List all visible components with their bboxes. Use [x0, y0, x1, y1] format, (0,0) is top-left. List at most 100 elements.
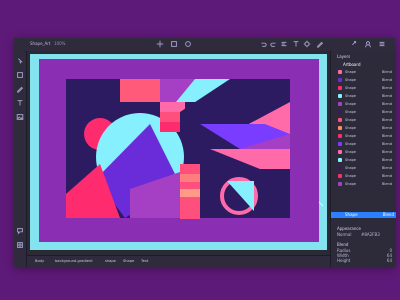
layer-name: Shape	[345, 126, 356, 130]
layer-row[interactable]: Shape Blend	[337, 133, 393, 139]
appearance-mode[interactable]: Normal	[337, 233, 351, 237]
layer-row[interactable]: Shape Blend	[337, 157, 393, 163]
text-icon[interactable]	[16, 99, 24, 107]
layer-color-swatch	[338, 166, 342, 170]
comment-icon[interactable]	[16, 227, 24, 235]
layer-name: Shape	[345, 86, 356, 90]
layer-name: Shape	[345, 110, 356, 114]
layer-value: Blend	[382, 78, 392, 82]
layer-name: Shape	[345, 182, 356, 186]
layer-row[interactable]: Shape Blend	[337, 165, 393, 171]
image-icon[interactable]	[16, 113, 24, 121]
layer-value: Blend	[382, 158, 392, 162]
layer-name: Shape	[345, 174, 356, 178]
left-toolbar	[14, 51, 27, 267]
layer-color-swatch	[338, 78, 342, 82]
zoom-level[interactable]: 100%	[54, 42, 65, 46]
layer-row[interactable]: Shape Blend	[337, 109, 393, 115]
layer-value: Blend	[382, 86, 392, 90]
user-icon[interactable]	[364, 40, 372, 48]
layer-value: Blend	[382, 174, 392, 178]
layer-name: Shape	[345, 142, 356, 146]
layer-row[interactable]: Shape Blend	[337, 141, 393, 147]
selected-layer-value: Blend	[382, 212, 394, 217]
layer-value: Blend	[382, 134, 392, 138]
layer-value: Blend	[382, 166, 392, 170]
breadcrumb-item-shape-1[interactable]: shape	[105, 259, 116, 265]
appearance-fill-value[interactable]: #8A2FB3	[361, 233, 380, 237]
layer-value: Blend	[382, 102, 392, 106]
layer-value: Blend	[382, 182, 392, 186]
layer-row[interactable]: Shape Blend	[337, 181, 393, 187]
shape-icon[interactable]	[184, 40, 192, 48]
layer-color-swatch	[338, 110, 342, 114]
layer-row[interactable]: Shape Blend	[337, 125, 393, 131]
layer-value: Blend	[382, 142, 392, 146]
layer-name: Shape	[345, 166, 356, 170]
layer-color-swatch	[338, 158, 342, 162]
blend-value-2[interactable]: 64	[387, 259, 392, 263]
layer-color-swatch	[338, 86, 342, 90]
canvas-area[interactable]	[27, 51, 330, 255]
layer-row[interactable]: Shape Blend	[337, 77, 393, 83]
layer-value: Blend	[382, 118, 392, 122]
layer-color-swatch	[338, 102, 342, 106]
align-icon[interactable]	[280, 40, 288, 48]
layer-row[interactable]: Shape Blend	[337, 93, 393, 99]
appearance-label: Appearance	[337, 226, 362, 231]
layer-value: Blend	[382, 110, 392, 114]
bottom-breadcrumb-bar: Body background-gradient shape Shape Tex…	[27, 255, 330, 268]
layer-color-swatch	[338, 142, 342, 146]
layer-row[interactable]: Shape Blend	[337, 85, 393, 91]
pointer-icon[interactable]	[16, 57, 24, 65]
layer-row[interactable]: Shape Blend	[337, 101, 393, 107]
redo-icon[interactable]	[270, 40, 278, 48]
layer-name: Shape	[345, 158, 356, 162]
breadcrumb-item-text[interactable]: Text	[141, 259, 148, 265]
layer-name: Shape	[345, 150, 356, 154]
layer-row[interactable]: Shape Blend	[337, 117, 393, 123]
selected-layer-row[interactable]: Shape Blend	[331, 212, 396, 218]
layer-color-swatch	[338, 174, 342, 178]
breadcrumb-item-shape-2[interactable]: Shape	[123, 259, 134, 265]
layer-color-swatch	[338, 182, 342, 186]
breadcrumb-item-body[interactable]: Body	[35, 259, 44, 265]
app-window: Shape_Art 100% Body background-gradient …	[14, 38, 396, 268]
layer-row[interactable]: Shape Blend	[337, 69, 393, 75]
layer-value: Blend	[382, 94, 392, 98]
layer-name: Shape	[345, 70, 356, 74]
artboard[interactable]	[30, 54, 327, 250]
right-panel: Layers Artboard Shape Blend Shape Blend Shap…	[330, 51, 396, 267]
abstract-artwork[interactable]	[30, 54, 327, 250]
top-toolbar: Shape_Art 100%	[14, 38, 395, 52]
text-icon[interactable]	[292, 40, 300, 48]
move-icon[interactable]	[156, 40, 164, 48]
section-title: Artboard	[343, 62, 361, 67]
layer-row[interactable]: Shape Blend	[337, 149, 393, 155]
pen-icon[interactable]	[316, 40, 324, 48]
layer-color-swatch	[338, 126, 342, 130]
layers-list: Shape Blend Shape Blend Shape Blend Shape Blend…	[331, 69, 396, 209]
layer-color-swatch	[338, 94, 342, 98]
layer-name: Shape	[345, 118, 356, 122]
layer-color-swatch	[338, 134, 342, 138]
panel-header: Layers	[337, 54, 351, 59]
grid-icon[interactable]	[16, 241, 24, 249]
layer-value: Blend	[382, 126, 392, 130]
pen-icon[interactable]	[16, 85, 24, 93]
layer-color-swatch	[338, 70, 342, 74]
undo-icon[interactable]	[259, 40, 267, 48]
gear-icon[interactable]	[303, 40, 311, 48]
select-icon[interactable]	[170, 40, 178, 48]
layer-color-swatch	[338, 118, 342, 122]
layer-name: Shape	[345, 78, 356, 82]
layer-name: Shape	[345, 94, 356, 98]
blend-row-2: Height	[337, 258, 351, 263]
menu-icon[interactable]	[378, 40, 386, 48]
share-icon[interactable]	[350, 40, 358, 48]
breadcrumb-item-background-gradient[interactable]: background-gradient	[55, 259, 93, 265]
layer-name: Shape	[345, 102, 356, 106]
layer-name: Shape	[345, 134, 356, 138]
frame-icon[interactable]	[16, 71, 24, 79]
layer-row[interactable]: Shape Blend	[337, 173, 393, 179]
